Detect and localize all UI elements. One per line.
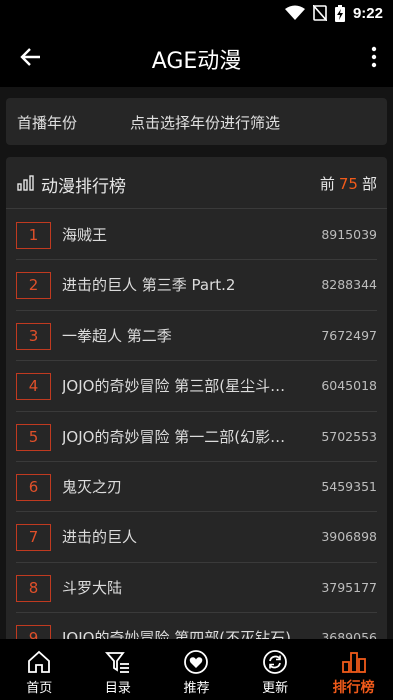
count-suffix: 部: [361, 175, 377, 193]
list-item[interactable]: 1 海贼王 8915039: [16, 210, 377, 261]
list-item[interactable]: 8 斗罗大陆 3795177: [16, 563, 377, 614]
view-count: 3795177: [321, 579, 377, 595]
ranking-icon: [341, 652, 366, 673]
rank-number: 5: [16, 423, 51, 451]
bar-chart-icon: [17, 175, 34, 191]
tab-label: 首页: [26, 681, 53, 696]
view-count: 8915039: [321, 227, 377, 242]
year-filter[interactable]: 首播年份 点击选择年份进行筛选: [6, 98, 387, 145]
home-icon: [28, 650, 51, 673]
rank-number: 3: [16, 322, 51, 350]
refresh-icon: [263, 650, 287, 674]
tab-home[interactable]: 首页: [0, 639, 79, 700]
rank-number: 7: [16, 524, 51, 552]
app-bar: AGE动漫: [0, 26, 393, 87]
list-item[interactable]: 4 JOJO的奇妙冒险 第三部(星尘斗… 6045018: [16, 361, 377, 412]
filter-list-icon: [104, 652, 129, 673]
ranking-header: 动漫排行榜 前 75 部: [6, 157, 387, 209]
rank-number: 6: [16, 473, 51, 501]
status-time: 9:22: [352, 4, 383, 22]
filter-hint[interactable]: 点击选择年份进行筛选: [130, 112, 280, 133]
list-item[interactable]: 7 进击的巨人 3906898: [16, 512, 377, 563]
view-count: 3906898: [321, 529, 377, 545]
anime-title: 进击的巨人: [62, 528, 138, 547]
count-prefix: 前: [319, 175, 335, 193]
ranking-count: 前 75 部: [320, 173, 377, 194]
tab-ranking[interactable]: 排行榜: [314, 639, 393, 700]
anime-title: JOJO的奇妙冒险 第一二部(幻影…: [62, 427, 286, 446]
view-count: 5459351: [321, 478, 377, 494]
ranking-title: 动漫排行榜: [41, 177, 126, 197]
more-vert-icon[interactable]: [369, 44, 379, 70]
rank-number: 1: [16, 222, 51, 249]
rank-number: 4: [16, 373, 51, 401]
wifi-icon: [284, 5, 305, 20]
tab-label: 推荐: [183, 681, 210, 696]
heart-icon: [184, 650, 209, 674]
battery-charging-icon: [334, 4, 345, 22]
anime-title: 进击的巨人 第三季 Part.2: [62, 276, 236, 295]
tab-catalog[interactable]: 目录: [79, 639, 158, 700]
filter-label: 首播年份: [17, 114, 78, 132]
list-item[interactable]: 6 鬼灭之刃 5459351: [16, 462, 377, 513]
anime-title: 一拳超人 第二季: [62, 326, 172, 345]
anime-title: 鬼灭之刃: [62, 477, 123, 496]
ranking-list: 1 海贼王 8915039 2 进击的巨人 第三季 Part.2 8288344 3 一拳…: [6, 210, 387, 647]
status-bar: 9:22: [0, 0, 393, 26]
view-count: 5702553: [321, 428, 377, 444]
anime-title: 斗罗大陆: [62, 578, 123, 597]
rank-number: 8: [16, 574, 51, 602]
tab-label: 排行榜: [332, 680, 375, 696]
view-count: 6045018: [321, 378, 377, 394]
tab-label: 更新: [262, 681, 289, 696]
count-value: 75: [338, 175, 358, 193]
tab-updates[interactable]: 更新: [236, 639, 315, 700]
list-item[interactable]: 2 进击的巨人 第三季 Part.2 8288344: [16, 260, 377, 311]
no-sim-icon: [312, 5, 327, 21]
tab-label: 目录: [104, 681, 131, 696]
view-count: 8288344: [321, 277, 377, 293]
list-item[interactable]: 3 一拳超人 第二季 7672497: [16, 311, 377, 362]
bottom-nav: 首页 目录 推荐 更新 排行榜: [0, 639, 393, 700]
tab-recommend[interactable]: 推荐: [157, 639, 236, 700]
view-count: 7672497: [321, 327, 377, 343]
anime-title: JOJO的奇妙冒险 第三部(星尘斗…: [62, 377, 286, 396]
rank-number: 2: [16, 272, 51, 300]
anime-title: 海贼王: [62, 226, 108, 244]
ranking-panel: 动漫排行榜 前 75 部 1 海贼王 8915039 2 进击的巨人 第三季 Part.2…: [6, 157, 387, 647]
page-title: AGE动漫: [151, 49, 242, 74]
list-item[interactable]: 5 JOJO的奇妙冒险 第一二部(幻影… 5702553: [16, 412, 377, 462]
